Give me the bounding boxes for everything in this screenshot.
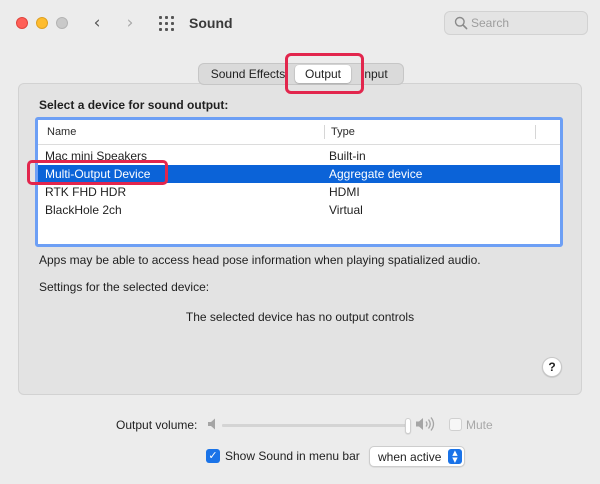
forward-chevron-icon[interactable]: › xyxy=(121,13,139,33)
window-title: Sound xyxy=(189,15,233,31)
close-button[interactable] xyxy=(16,17,28,29)
tab-bar: Sound Effects Output Input xyxy=(198,63,404,85)
show-sound-label: Show Sound in menu bar xyxy=(225,449,360,463)
tab-input[interactable]: Input xyxy=(361,64,395,84)
column-divider xyxy=(535,125,536,139)
minimize-button[interactable] xyxy=(36,17,48,29)
menu-bar-visibility-select[interactable]: when active ▲ ▼ xyxy=(369,446,465,467)
device-name: Multi-Output Device xyxy=(45,167,151,181)
speaker-high-icon xyxy=(416,417,435,431)
title-bar: ‹ › Sound xyxy=(0,0,600,46)
device-type: Built-in xyxy=(329,149,366,163)
output-volume-label: Output volume: xyxy=(116,418,198,432)
mute-label: Mute xyxy=(466,418,493,432)
table-header: Name Type xyxy=(38,120,560,145)
search-icon xyxy=(454,16,468,30)
tab-output[interactable]: Output xyxy=(295,65,351,83)
device-type: Aggregate device xyxy=(329,167,423,181)
device-name: RTK FHD HDR xyxy=(45,185,127,199)
spatial-audio-note: Apps may be able to access head pose inf… xyxy=(39,253,481,267)
help-button[interactable]: ? xyxy=(542,357,562,377)
search-input[interactable] xyxy=(471,15,581,31)
back-chevron-icon[interactable]: ‹ xyxy=(88,13,106,33)
device-table[interactable]: Name Type Mac mini Speakers Built-in Mul… xyxy=(35,117,563,247)
table-row[interactable]: RTK FHD HDR HDMI xyxy=(38,183,560,201)
device-name: Mac mini Speakers xyxy=(45,149,148,163)
column-header-name[interactable]: Name xyxy=(47,126,76,138)
zoom-button[interactable] xyxy=(56,17,68,29)
column-header-type[interactable]: Type xyxy=(331,126,355,138)
mute-checkbox[interactable] xyxy=(449,418,462,431)
table-row[interactable]: BlackHole 2ch Virtual xyxy=(38,201,560,219)
tab-sound-effects[interactable]: Sound Effects xyxy=(208,64,288,84)
show-sound-checkbox[interactable]: ✓ xyxy=(206,449,220,463)
updown-arrows-icon: ▲ ▼ xyxy=(448,449,462,464)
no-controls-message: The selected device has no output contro… xyxy=(185,310,415,324)
device-type: HDMI xyxy=(329,185,360,199)
column-divider xyxy=(324,125,325,139)
grid-icon[interactable] xyxy=(159,16,174,31)
speaker-low-icon xyxy=(208,418,215,430)
sound-preferences-window: ‹ › Sound Sound Effects Output Input Sel… xyxy=(0,0,600,484)
select-value: when active xyxy=(378,450,442,464)
table-row-selected[interactable]: Multi-Output Device Aggregate device xyxy=(38,165,560,183)
search-field[interactable] xyxy=(444,11,588,35)
section-label: Select a device for sound output: xyxy=(39,98,229,112)
slider-knob[interactable] xyxy=(405,418,411,434)
device-name: BlackHole 2ch xyxy=(45,203,122,217)
table-row[interactable]: Mac mini Speakers Built-in xyxy=(38,147,560,165)
output-volume-slider[interactable] xyxy=(222,418,411,434)
checkmark-icon: ✓ xyxy=(208,449,218,462)
device-type: Virtual xyxy=(329,203,363,217)
slider-fill xyxy=(222,424,408,427)
settings-label: Settings for the selected device: xyxy=(39,280,210,294)
